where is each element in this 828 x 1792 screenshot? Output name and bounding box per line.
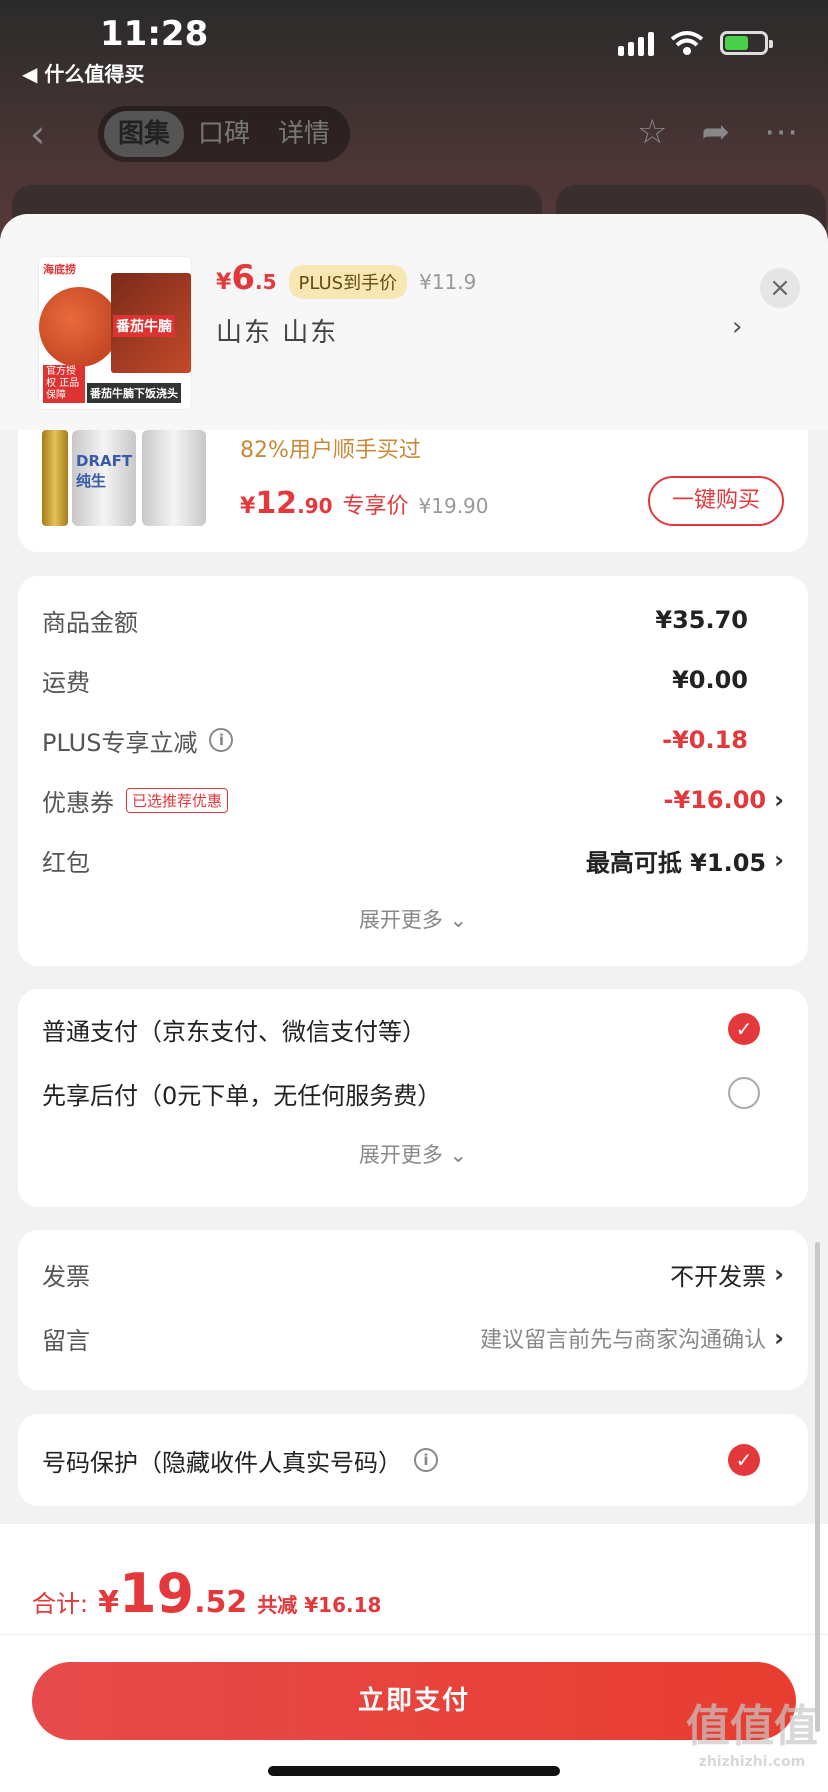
payment-method-card: 普通支付（京东支付、微信支付等） ✓ 先享后付（0元下单，无任何服务费） 展开更… <box>18 989 808 1207</box>
addon-original-price: ¥19.90 <box>418 494 489 518</box>
nav-actions: ☆ ➦ ⋯ <box>637 112 798 152</box>
goods-amount-row: 商品金额 ¥35.70 <box>42 606 748 637</box>
favorite-star-icon[interactable]: ☆ <box>637 112 667 152</box>
addon-price: ¥12.90 专享价 ¥19.90 <box>240 486 489 521</box>
number-protection-card: 号码保护（隐藏收件人真实号码） i ✓ <box>18 1414 808 1506</box>
sku-header: 海底捞 番茄牛腩 官方授权 正品保障 番茄牛腩下饭浇头 ¥6.5 PLUS到手价… <box>0 214 828 430</box>
share-icon[interactable]: ➦ <box>702 112 731 152</box>
scrollbar[interactable] <box>815 1242 820 1732</box>
close-icon[interactable]: × <box>760 268 800 308</box>
status-time: 11:28 <box>100 14 209 54</box>
delivery-location[interactable]: 山东 山东 <box>216 312 338 349</box>
status-icons <box>618 30 773 56</box>
info-icon[interactable]: i <box>209 728 234 752</box>
info-icon[interactable]: i <box>414 1448 438 1472</box>
plus-discount-row: PLUS专享立减 i -¥0.18 <box>42 726 748 757</box>
wifi-icon <box>670 31 704 55</box>
top-nav: ‹ 图集 口碑 详情 ☆ ➦ ⋯ <box>0 100 828 170</box>
watermark-logo: 值值值 zhizhizhi.com <box>686 1701 818 1770</box>
checked-icon[interactable]: ✓ <box>728 1444 760 1476</box>
one-click-buy-button[interactable]: 一键购买 <box>648 476 784 526</box>
pay-now-button[interactable]: 立即支付 <box>32 1662 796 1740</box>
expand-more-button[interactable]: 展开更多 ⌄ <box>18 1139 808 1169</box>
back-icon[interactable]: ‹ <box>30 112 45 156</box>
tab-details[interactable]: 详情 <box>264 111 344 157</box>
tab-gallery[interactable]: 图集 <box>104 111 185 157</box>
exclusive-price-label: 专享价 <box>342 494 409 519</box>
divider <box>0 1634 828 1635</box>
status-bar: 11:28 ◀ 什么值得买 <box>0 0 828 100</box>
chevron-right-icon: › <box>774 1324 784 1352</box>
chevron-right-icon: › <box>774 846 784 874</box>
expand-more-button[interactable]: 展开更多 ⌄ <box>18 904 808 934</box>
chevron-right-icon[interactable]: › <box>732 312 742 342</box>
coupon-row[interactable]: 优惠券 已选推荐优惠 -¥16.00 › <box>42 780 784 820</box>
payment-option-pay-later[interactable]: 先享后付（0元下单，无任何服务费） <box>42 1073 784 1113</box>
more-icon[interactable]: ⋯ <box>764 112 798 152</box>
signal-icon <box>618 30 654 56</box>
back-to-app-link[interactable]: ◀ 什么值得买 <box>22 58 144 87</box>
sku-price: ¥6.5 PLUS到手价 ¥11.9 <box>216 258 476 299</box>
red-packet-row[interactable]: 红包 最高可抵 ¥1.05 › <box>42 840 784 880</box>
shipping-row: 运费 ¥0.00 <box>42 666 748 697</box>
brand-logo: 海底捞 <box>43 263 76 276</box>
payment-option-standard[interactable]: 普通支付（京东支付、微信支付等） ✓ <box>42 1009 784 1049</box>
total-amount: 合计: ¥19.52 共减 ¥16.18 <box>32 1562 382 1625</box>
product-image-title: 番茄牛腩 <box>113 315 175 337</box>
plus-price-badge: PLUS到手价 <box>288 265 408 299</box>
authorized-tag: 官方授权 正品保障 <box>43 365 85 403</box>
number-protection-row[interactable]: 号码保护（隐藏收件人真实号码） i ✓ <box>42 1440 784 1480</box>
chevron-right-icon: › <box>774 786 784 814</box>
price-summary-card: 商品金额 ¥35.70 运费 ¥0.00 PLUS专享立减 i -¥0.18 优… <box>18 576 808 966</box>
checked-icon[interactable]: ✓ <box>728 1013 760 1045</box>
invoice-row[interactable]: 发票 不开发票 › <box>42 1254 784 1294</box>
original-price: ¥11.9 <box>419 270 477 294</box>
plus-price: ¥6.5 <box>216 258 277 298</box>
addon-sold-rate: 82%用户顺手买过 <box>240 438 421 463</box>
note-input[interactable]: 建议留言前先与商家沟通确认 <box>480 1322 766 1354</box>
unchecked-radio-icon[interactable] <box>728 1077 760 1109</box>
addon-product-image: DRAFT 纯生 <box>42 430 212 530</box>
product-image: 海底捞 番茄牛腩 官方授权 正品保障 番茄牛腩下饭浇头 <box>38 256 192 410</box>
total-saved: 共减 ¥16.18 <box>257 1593 382 1617</box>
product-image-caption: 番茄牛腩下饭浇头 <box>87 383 181 403</box>
chevron-right-icon: › <box>774 1260 784 1288</box>
note-row[interactable]: 留言 建议留言前先与商家沟通确认 › <box>42 1318 784 1358</box>
checkout-sheet: 海底捞 番茄牛腩 官方授权 正品保障 番茄牛腩下饭浇头 ¥6.5 PLUS到手价… <box>0 214 828 1792</box>
coupon-selected-tag: 已选推荐优惠 <box>126 787 229 813</box>
battery-icon <box>720 31 773 55</box>
nav-tabs: 图集 口碑 详情 <box>98 106 351 162</box>
home-indicator[interactable] <box>268 1766 560 1776</box>
tab-reviews[interactable]: 口碑 <box>184 111 264 157</box>
invoice-card: 发票 不开发票 › 留言 建议留言前先与商家沟通确认 › <box>18 1230 808 1390</box>
